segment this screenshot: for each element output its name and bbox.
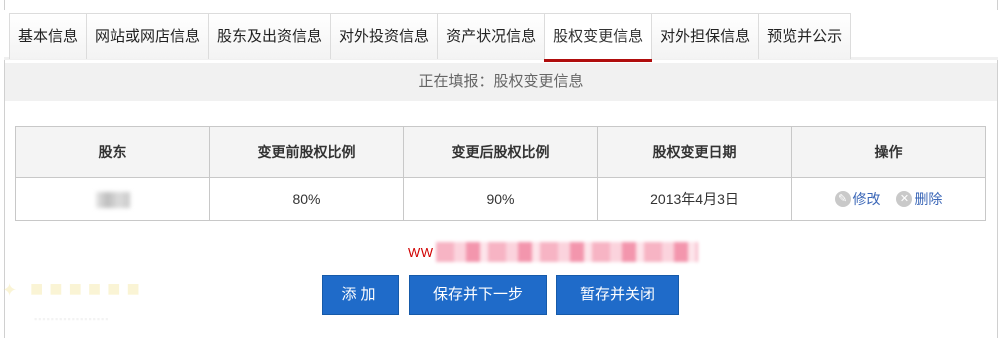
save-next-button[interactable]: 保存并下一步 bbox=[409, 275, 547, 315]
watermark-glyphs: ■■■■■■ bbox=[30, 276, 146, 301]
header-actions: 操作 bbox=[791, 126, 986, 178]
cell-change-date: 2013年4月3日 bbox=[597, 177, 792, 221]
watermark-star-icon: ✦ bbox=[2, 280, 18, 300]
tab-preview-publish[interactable]: 预览并公示 bbox=[759, 13, 852, 59]
table-row: 80% 90% 2013年4月3日 ✎ 修改 ✕ 删除 bbox=[15, 177, 986, 221]
save-close-button[interactable]: 暂存并关闭 bbox=[556, 275, 679, 315]
cell-shareholder bbox=[15, 177, 210, 221]
header-ratio-before: 变更前股权比例 bbox=[209, 126, 404, 178]
tab-guarantee-info[interactable]: 对外担保信息 bbox=[652, 13, 760, 59]
header-change-date: 股权变更日期 bbox=[597, 126, 792, 178]
edit-link[interactable]: ✎ 修改 bbox=[834, 189, 881, 209]
tab-bar: 基本信息 网站或网店信息 股东及出资信息 对外投资信息 资产状况信息 股权变更信… bbox=[4, 10, 998, 62]
cell-ratio-after: 90% bbox=[403, 177, 598, 221]
table-header-row: 股东 变更前股权比例 变更后股权比例 股权变更日期 操作 bbox=[15, 126, 986, 178]
header-shareholder: 股东 bbox=[15, 126, 210, 178]
tab-assets-info[interactable]: 资产状况信息 bbox=[438, 13, 546, 59]
redacted-url: WW bbox=[408, 240, 698, 264]
tab-investment-info[interactable]: 对外投资信息 bbox=[331, 13, 439, 59]
tab-website-info[interactable]: 网站或网店信息 bbox=[87, 13, 210, 59]
url-prefix: WW bbox=[408, 244, 434, 260]
tab-basic-info[interactable]: 基本信息 bbox=[9, 13, 88, 59]
delete-link[interactable]: ✕ 删除 bbox=[896, 189, 942, 209]
add-button[interactable]: 添加 bbox=[322, 275, 399, 315]
equity-change-table: 股东 变更前股权比例 变更后股权比例 股权变更日期 操作 80% 90% 201… bbox=[15, 126, 986, 221]
cell-ratio-before: 80% bbox=[209, 177, 404, 221]
status-text: 正在填报：股权变更信息 bbox=[5, 63, 997, 101]
header-ratio-after: 变更后股权比例 bbox=[403, 126, 598, 178]
url-redaction-mask bbox=[435, 242, 698, 262]
watermark-logo: ✦ ■■■■■■ ▪▪▪▪▪▪▪▪▪▪▪▪▪▪▪▪▪▪ bbox=[0, 270, 240, 330]
close-circle-icon: ✕ bbox=[896, 191, 913, 207]
redacted-shareholder-name bbox=[95, 191, 130, 208]
pencil-icon: ✎ bbox=[834, 191, 851, 207]
edit-label: 修改 bbox=[852, 191, 881, 207]
watermark-subtext: ▪▪▪▪▪▪▪▪▪▪▪▪▪▪▪▪▪▪ bbox=[34, 314, 110, 324]
tab-shareholder-info[interactable]: 股东及出资信息 bbox=[209, 13, 332, 59]
delete-label: 删除 bbox=[914, 191, 943, 207]
tab-list: 基本信息 网站或网店信息 股东及出资信息 对外投资信息 资产状况信息 股权变更信… bbox=[9, 13, 852, 62]
cell-actions: ✎ 修改 ✕ 删除 bbox=[791, 177, 986, 221]
tab-equity-change-info[interactable]: 股权变更信息 bbox=[544, 13, 653, 62]
